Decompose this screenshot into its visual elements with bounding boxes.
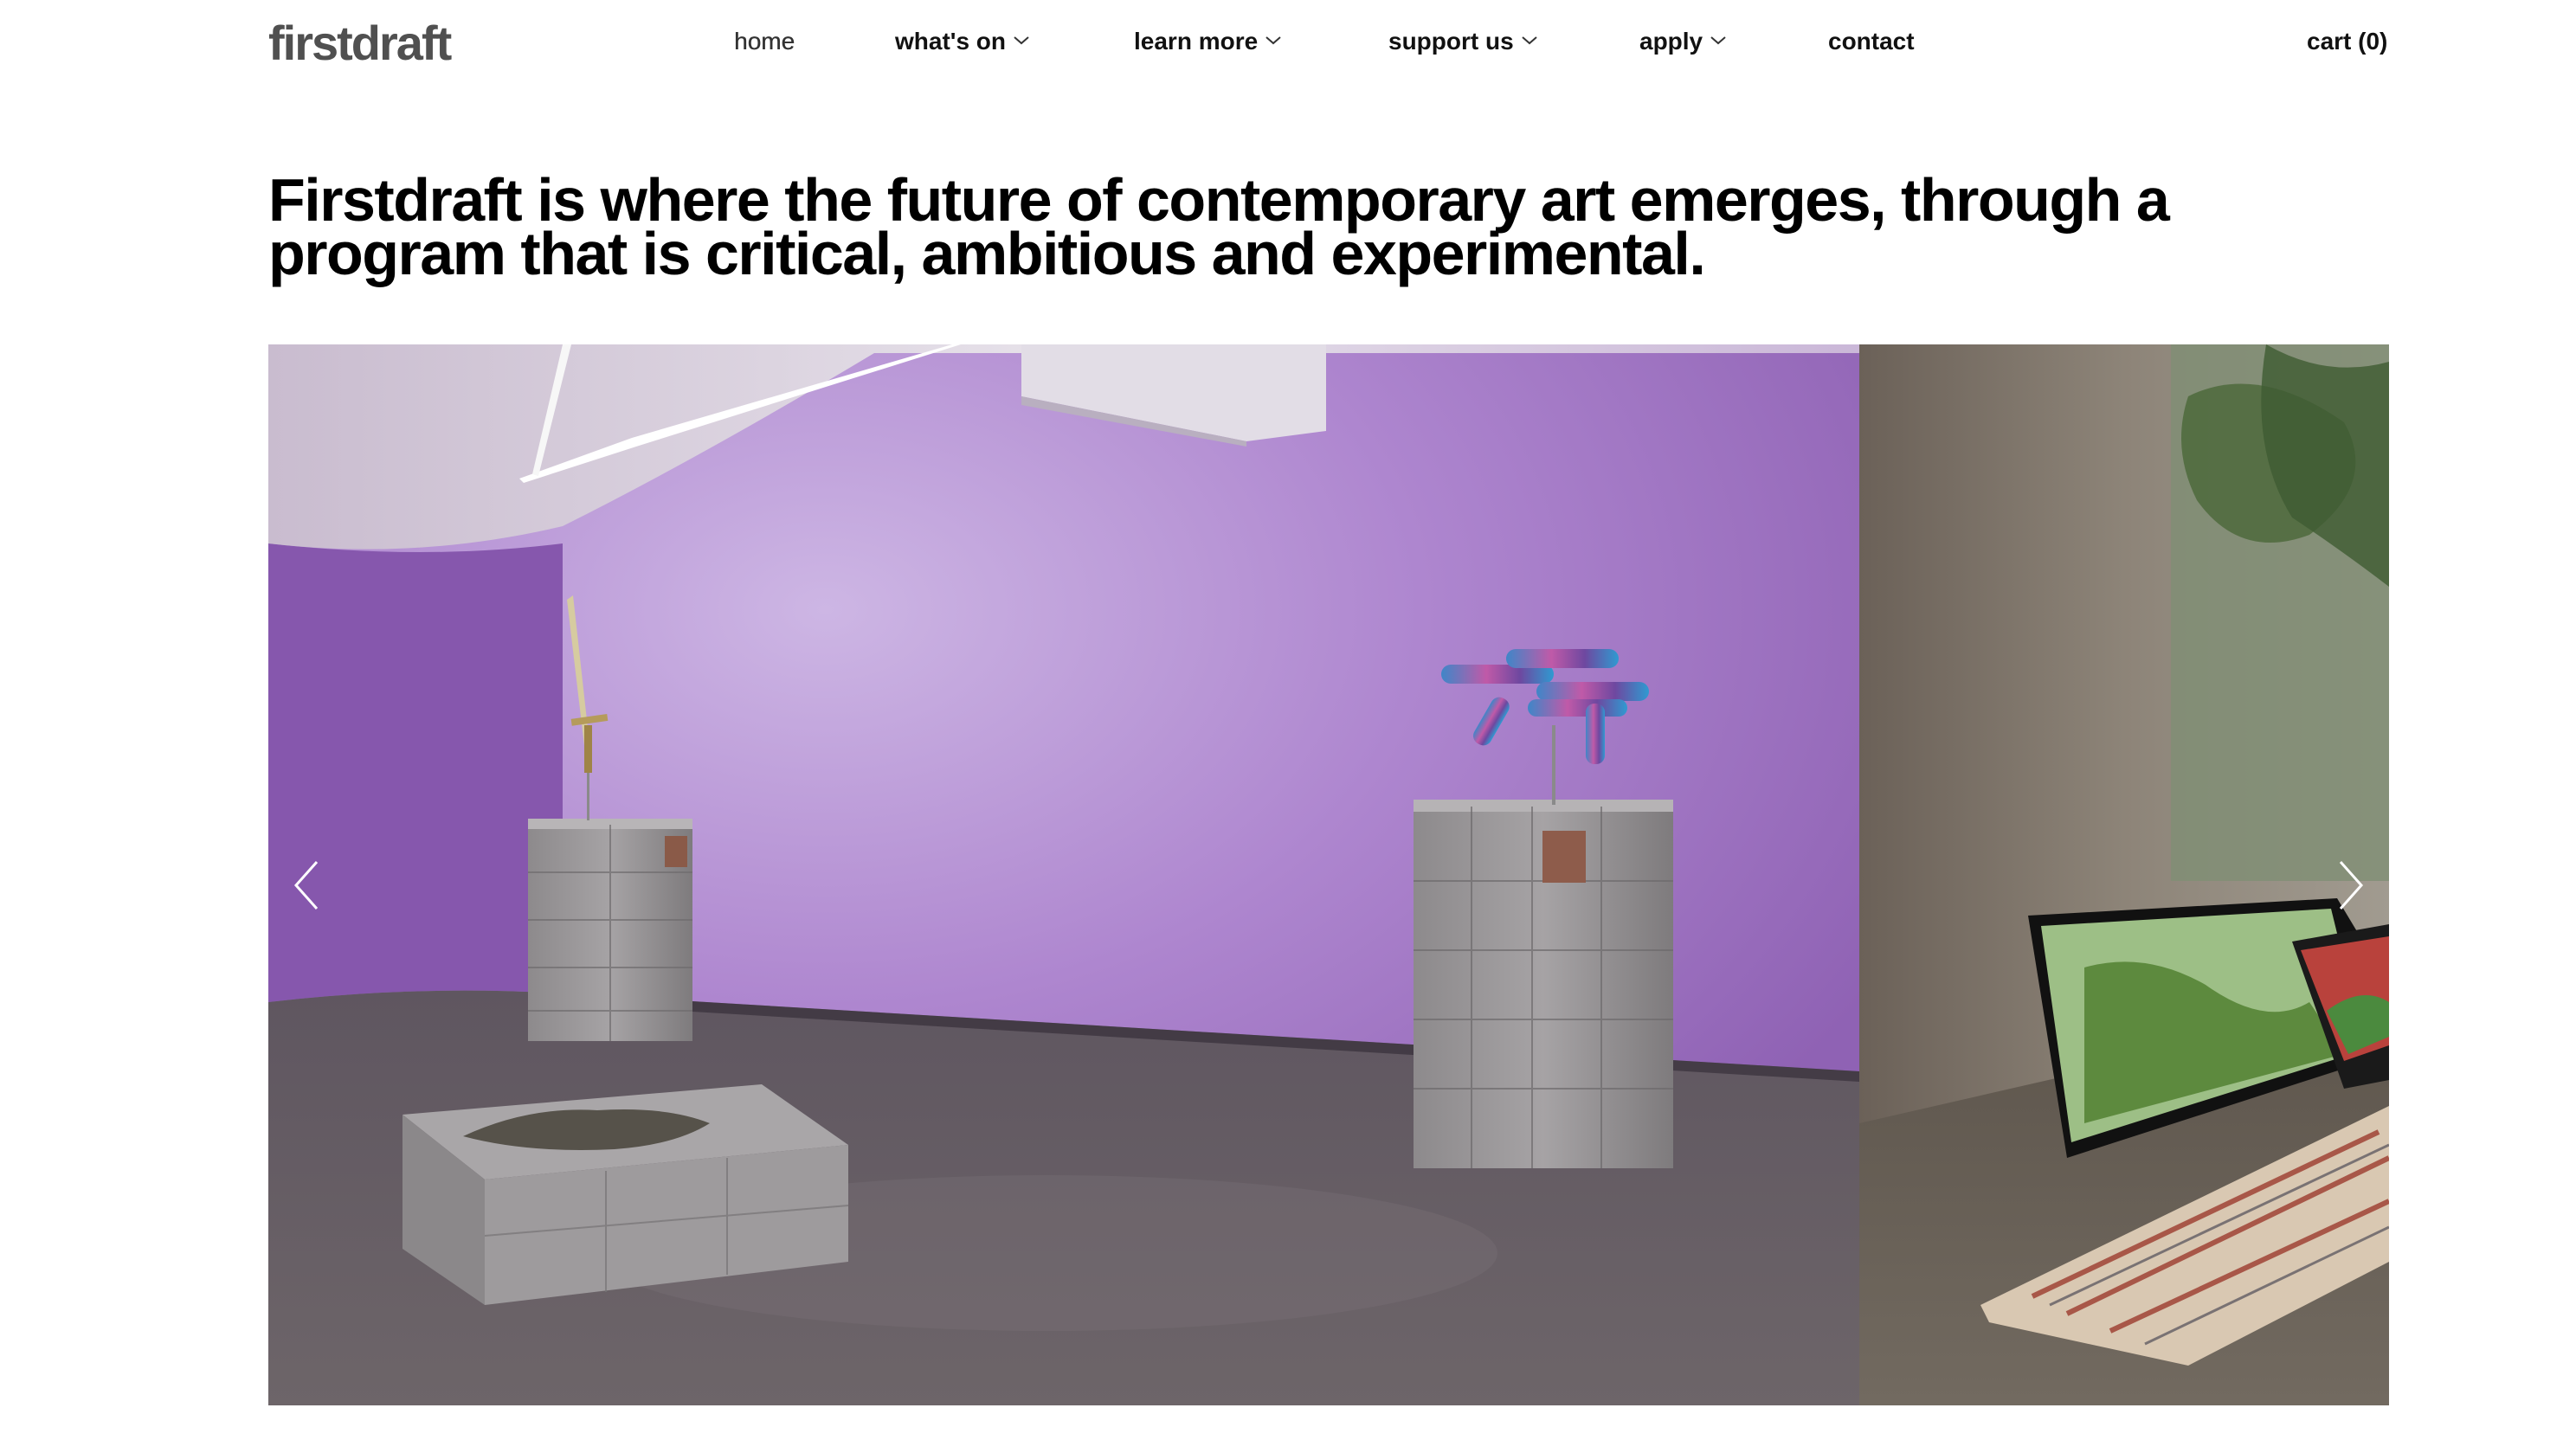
cart-link[interactable]: cart (0) [2307, 29, 2387, 54]
carousel-slide-installation-screens [1859, 344, 2389, 1405]
chevron-down-icon [1265, 35, 1282, 46]
carousel-slide-installation-purple [268, 344, 1859, 1405]
image-carousel[interactable] [268, 344, 2389, 1405]
site-logo[interactable]: firstdraft [268, 19, 452, 68]
nav-support-us-label: support us [1388, 28, 1514, 55]
nav-home[interactable]: home [734, 29, 795, 54]
nav-support-us[interactable]: support us [1388, 29, 1538, 54]
chevron-down-icon [1521, 35, 1538, 46]
nav-learn-more-label: learn more [1134, 28, 1259, 55]
site-header: firstdraft home what's on learn more sup… [0, 0, 2576, 95]
chevron-down-icon [1013, 35, 1030, 46]
chevron-right-icon [2339, 861, 2364, 910]
nav-contact[interactable]: contact [1828, 29, 1915, 54]
chevron-left-icon [293, 861, 319, 910]
nav-apply-label: apply [1639, 28, 1703, 55]
nav-whats-on[interactable]: what's on [895, 29, 1030, 54]
nav-apply[interactable]: apply [1639, 29, 1727, 54]
gallery-photo-video-screens [1859, 344, 2389, 1405]
hero-tagline: Firstdraft is where the future of contem… [268, 166, 2170, 287]
carousel-prev-button[interactable] [279, 846, 331, 924]
nav-home-label: home [734, 28, 795, 55]
nav-learn-more[interactable]: learn more [1134, 29, 1282, 54]
nav-contact-label: contact [1828, 28, 1915, 55]
nav-whats-on-label: what's on [895, 28, 1006, 55]
chevron-down-icon [1710, 35, 1727, 46]
gallery-photo-purple-room [268, 344, 1859, 1405]
carousel-next-button[interactable] [2327, 846, 2379, 924]
